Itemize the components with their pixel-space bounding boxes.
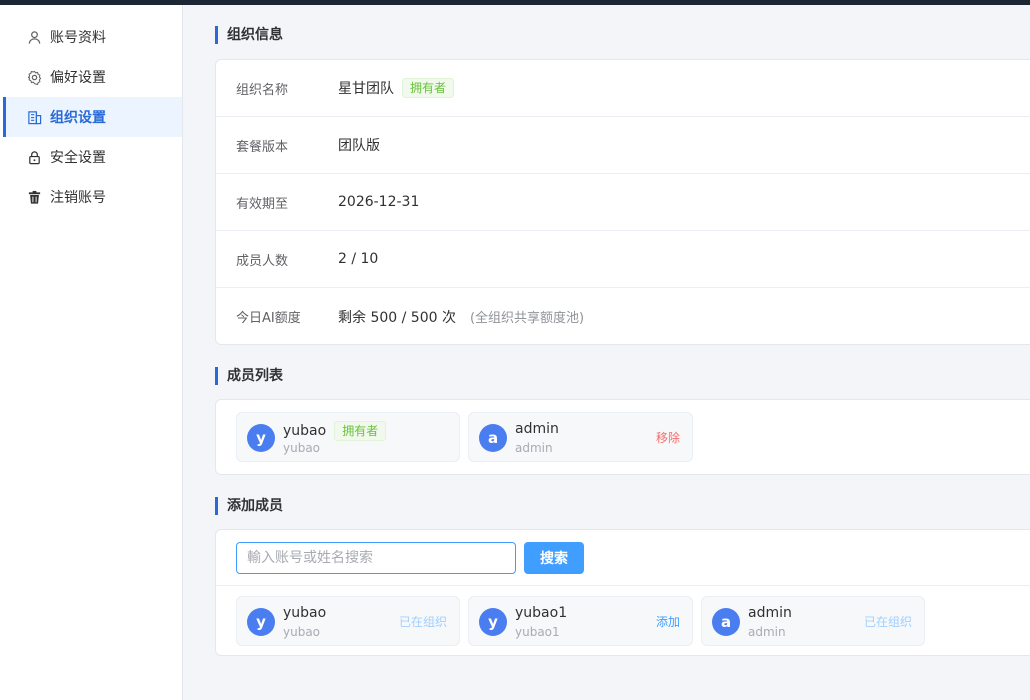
add-member-card: 搜索 y yubao yubao 已在组织 y yubao1 yubao1 添加…	[215, 529, 1030, 656]
sidebar-item-preferences[interactable]: 偏好设置	[4, 57, 182, 97]
expiry-value: 2026-12-31	[338, 194, 420, 210]
info-label: 组织名称	[236, 82, 289, 98]
result-username: admin	[748, 625, 786, 639]
already-in-org-label: 已在组织	[399, 615, 448, 629]
search-button[interactable]: 搜索	[524, 542, 584, 574]
search-result-card: a admin admin 已在组织	[701, 596, 925, 646]
member-card: a admin admin 移除	[468, 412, 693, 462]
member-name: yubao	[283, 423, 327, 439]
result-name: yubao	[283, 605, 327, 621]
info-value: 剩余 500 / 500 次 (全组织共享额度池)	[338, 307, 584, 327]
org-name: 星甘团队	[338, 81, 394, 97]
sidebar-item-label: 账号资料	[50, 30, 106, 46]
info-row-plan: 套餐版本 团队版	[216, 117, 1030, 174]
lock-icon	[26, 149, 42, 165]
member-username: admin	[515, 441, 553, 455]
ai-quota-note: (全组织共享额度池)	[469, 311, 585, 326]
info-row-org-name: 组织名称 星甘团队 拥有者	[216, 60, 1030, 117]
member-count-value: 2 / 10	[338, 251, 379, 267]
building-icon	[26, 109, 42, 125]
result-username: yubao	[283, 625, 321, 639]
sidebar-item-label: 组织设置	[50, 110, 106, 126]
settings-sidebar: 账号资料 偏好设置 组织设置 安全设置 注销账号	[0, 5, 183, 700]
result-username: yubao1	[515, 625, 560, 639]
info-row-member-count: 成员人数 2 / 10	[216, 231, 1030, 288]
sidebar-item-security[interactable]: 安全设置	[4, 137, 182, 177]
member-username: yubao	[283, 441, 321, 455]
avatar: y	[247, 424, 275, 452]
plan-value: 团队版	[338, 138, 380, 154]
section-title-add-member: 添加成员	[215, 497, 283, 515]
info-row-ai-quota: 今日AI额度 剩余 500 / 500 次 (全组织共享额度池)	[216, 288, 1030, 345]
already-in-org-label: 已在组织	[864, 615, 913, 629]
search-result-card: y yubao yubao 已在组织	[236, 596, 460, 646]
member-search-input[interactable]	[236, 542, 516, 574]
avatar: a	[479, 424, 507, 452]
info-label: 成员人数	[236, 253, 289, 269]
info-label: 今日AI额度	[236, 311, 301, 326]
avatar: y	[247, 608, 275, 636]
result-name: yubao1	[515, 605, 568, 621]
owner-tag: 拥有者	[334, 421, 387, 441]
owner-tag: 拥有者	[402, 78, 455, 98]
info-value: 星甘团队 拥有者	[338, 78, 455, 98]
org-info-card: 组织名称 星甘团队 拥有者 套餐版本 团队版 有效期至 2026-12-31 成…	[215, 59, 1030, 345]
avatar: y	[479, 608, 507, 636]
sidebar-item-delete-account[interactable]: 注销账号	[4, 177, 182, 217]
gear-icon	[26, 69, 42, 85]
section-title-members: 成员列表	[215, 367, 283, 385]
sidebar-item-profile[interactable]: 账号资料	[4, 17, 182, 57]
sidebar-item-label: 注销账号	[50, 190, 106, 206]
remove-member-button[interactable]: 移除	[656, 429, 680, 446]
info-label: 有效期至	[236, 196, 289, 212]
search-result-card: y yubao1 yubao1 添加	[468, 596, 693, 646]
sidebar-item-label: 偏好设置	[50, 70, 106, 86]
member-card: y yubao 拥有者 yubao	[236, 412, 460, 462]
divider	[216, 585, 1030, 586]
trash-icon	[26, 189, 42, 205]
members-card: y yubao 拥有者 yubao a admin admin 移除	[215, 399, 1030, 475]
info-row-expiry: 有效期至 2026-12-31	[216, 174, 1030, 231]
member-name: admin	[515, 421, 559, 437]
info-label: 套餐版本	[236, 139, 289, 155]
sidebar-item-label: 安全设置	[50, 150, 106, 166]
result-name: admin	[748, 605, 792, 621]
avatar: a	[712, 608, 740, 636]
section-title-org-info: 组织信息	[215, 26, 283, 44]
user-icon	[26, 29, 42, 45]
add-member-button[interactable]: 添加	[656, 613, 680, 630]
sidebar-item-organization[interactable]: 组织设置	[3, 97, 182, 137]
ai-quota-value: 剩余 500 / 500 次	[338, 309, 456, 326]
member-name-line: yubao 拥有者	[283, 421, 387, 441]
